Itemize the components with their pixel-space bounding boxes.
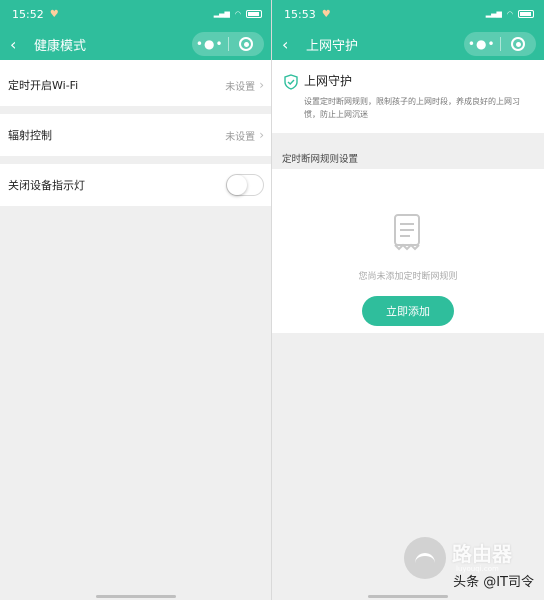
guard-description: 设置定时断网规则，限制孩子的上网时段，养成良好的上网习惯，防止上网沉迷 (304, 97, 520, 119)
empty-state-text: 您尚未添加定时断网规则 (358, 272, 458, 282)
setting-value: 未设置 (225, 81, 256, 93)
status-indicators: ▂▄▆ ◠ (486, 10, 534, 18)
more-options-icon[interactable]: •●• (464, 37, 500, 51)
watermark-author: 头条 @IT司令 (453, 575, 534, 590)
mini-program-capsule: •●• (192, 32, 264, 56)
back-arrow-icon[interactable]: ‹ (10, 35, 30, 54)
section-label: 定时断网规则设置 (272, 133, 544, 169)
nav-bar: ‹ 上网守护 •●• (272, 28, 544, 60)
setting-label: 辐射控制 (8, 129, 52, 142)
signal-icon: ▂▄▆ (485, 10, 502, 18)
heart-icon: ♥ (321, 8, 331, 20)
indicator-light-toggle[interactable] (226, 174, 264, 196)
setting-value: 未设置 (225, 131, 256, 143)
setting-row-timed-wifi[interactable]: 定时开启Wi-Fi 未设置 › (0, 64, 272, 106)
divider (0, 156, 272, 164)
more-options-icon[interactable]: •●• (192, 37, 228, 51)
chevron-right-icon: › (259, 128, 264, 142)
mini-program-capsule: •●• (464, 32, 536, 56)
status-bar: 15:53 ♥ ▂▄▆ ◠ (272, 0, 544, 28)
watermark-brand: 路由器 (452, 542, 512, 566)
watermark-logo (404, 537, 446, 579)
wifi-icon: ◠ (234, 10, 241, 18)
close-miniprogram-icon[interactable] (229, 37, 265, 51)
setting-label: 关闭设备指示灯 (8, 179, 85, 192)
setting-label: 定时开启Wi-Fi (8, 79, 79, 92)
shield-check-icon (284, 72, 298, 121)
wifi-icon: ◠ (506, 10, 513, 18)
status-time: 15:53 (284, 7, 316, 21)
signal-icon: ▂▄▆ (213, 10, 230, 18)
receipt-icon (392, 213, 422, 255)
guard-title: 上网守护 (304, 74, 353, 88)
page-title: 健康模式 (34, 38, 87, 54)
setting-row-indicator-light: 关闭设备指示灯 (0, 164, 272, 206)
page-title: 上网守护 (306, 38, 359, 54)
home-indicator (368, 595, 448, 598)
home-indicator (96, 595, 176, 598)
status-time: 15:52 (12, 7, 44, 21)
chevron-right-icon: › (259, 78, 264, 92)
battery-icon (246, 10, 262, 18)
empty-rules-card: 您尚未添加定时断网规则 立即添加 (272, 169, 544, 333)
divider (0, 106, 272, 114)
heart-icon: ♥ (49, 8, 59, 20)
close-miniprogram-icon[interactable] (501, 37, 537, 51)
add-rule-button[interactable]: 立即添加 (362, 296, 454, 326)
status-indicators: ▂▄▆ ◠ (214, 10, 262, 18)
battery-icon (518, 10, 534, 18)
health-mode-screen: 15:52 ♥ ▂▄▆ ◠ ‹ 健康模式 •●• 定时开启Wi-Fi 未设置 ›… (0, 0, 272, 600)
nav-bar: ‹ 健康模式 •●• (0, 28, 272, 60)
guard-info-card: 上网守护 设置定时断网规则，限制孩子的上网时段，养成良好的上网习惯，防止上网沉迷 (272, 60, 544, 133)
internet-guard-screen: 15:53 ♥ ▂▄▆ ◠ ‹ 上网守护 •●• 上网守护 设置定时断网规则，限… (272, 0, 544, 600)
status-bar: 15:52 ♥ ▂▄▆ ◠ (0, 0, 272, 28)
back-arrow-icon[interactable]: ‹ (282, 35, 302, 54)
setting-row-radiation[interactable]: 辐射控制 未设置 › (0, 114, 272, 156)
